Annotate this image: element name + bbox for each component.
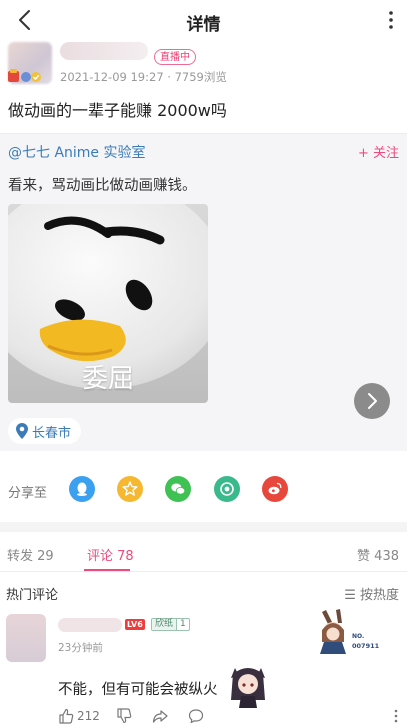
author-name[interactable] bbox=[60, 42, 148, 60]
thumbs-down-icon bbox=[117, 708, 132, 724]
hot-comments-header: 热门评论 ☰ 按热度 bbox=[0, 578, 407, 606]
share-moments-button[interactable] bbox=[214, 476, 240, 502]
comment-time: 23分钟前 bbox=[58, 642, 103, 654]
comment-actions: 212 bbox=[58, 708, 398, 726]
comment-text: 不能，但有可能会被纵火 bbox=[58, 682, 218, 698]
share-label: 分享至 bbox=[8, 486, 48, 501]
next-image-button[interactable] bbox=[354, 383, 390, 419]
chat-bubble-icon bbox=[188, 709, 204, 724]
image-caption: 委屈 bbox=[81, 364, 134, 394]
tab-repost[interactable]: 转发 29 bbox=[7, 545, 54, 564]
interaction-tabs: 转发 29 评论 78 赞 438 bbox=[0, 532, 407, 572]
commenter-card-decoration: NO. 007911 bbox=[320, 609, 380, 654]
post-views: · 7759浏览 bbox=[167, 70, 227, 84]
page-title: 详情 bbox=[186, 15, 221, 35]
share-arrow-icon bbox=[152, 710, 168, 723]
comment-dislike-button[interactable] bbox=[116, 708, 132, 724]
comment-item: LV6 欣纸 1 23分钟前 NO. 007911 不能，但有可能会被纵火 21… bbox=[0, 608, 407, 727]
tab-likes[interactable]: 赞 438 bbox=[357, 545, 399, 564]
more-vertical-icon bbox=[394, 709, 398, 723]
qq-icon bbox=[77, 482, 87, 496]
fan-badge: 欣纸 1 bbox=[151, 618, 190, 631]
location-pin-icon bbox=[16, 423, 28, 439]
post-meta: 2021-12-09 19:27 · 7759浏览 bbox=[60, 69, 227, 85]
location-label: 长春市 bbox=[32, 425, 72, 441]
fan-badge-level: 1 bbox=[176, 619, 189, 630]
comment-like-button[interactable]: 212 bbox=[58, 708, 100, 724]
top-nav: 详情 bbox=[0, 0, 407, 40]
commenter-avatar[interactable] bbox=[6, 614, 46, 662]
divider bbox=[0, 133, 407, 134]
anime-girl-sticker bbox=[231, 668, 265, 708]
chevron-right-icon bbox=[368, 393, 377, 409]
more-vertical-icon[interactable] bbox=[387, 10, 395, 30]
thumbs-up-icon bbox=[59, 708, 74, 724]
repost-card[interactable]: @七七 Anime 实验室 + 关注 看来，骂动画比做动画赚钱。 委屈 长春市 bbox=[0, 133, 407, 451]
tab-comments[interactable]: 评论 78 bbox=[87, 545, 134, 564]
location-tag[interactable]: 长春市 bbox=[8, 418, 82, 444]
share-weibo-button[interactable] bbox=[262, 476, 288, 502]
wechat-icon bbox=[171, 483, 186, 495]
share-qzone-button[interactable] bbox=[117, 476, 143, 502]
hot-comments-title: 热门评论 bbox=[6, 588, 59, 603]
commenter-name[interactable] bbox=[58, 618, 122, 632]
weibo-icon bbox=[268, 482, 282, 495]
user-badges-icon bbox=[8, 69, 41, 82]
share-qq-button[interactable] bbox=[69, 476, 95, 502]
sort-by-heat-button[interactable]: ☰ 按热度 bbox=[344, 584, 399, 603]
comment-share-button[interactable] bbox=[152, 708, 168, 724]
follow-button[interactable]: + 关注 bbox=[358, 142, 399, 161]
post-author: 直播中 2021-12-09 19:27 · 7759浏览 bbox=[8, 42, 398, 88]
badge-number-prefix: NO. bbox=[352, 633, 364, 640]
qzone-star-icon bbox=[122, 481, 138, 496]
fan-badge-name: 欣纸 bbox=[152, 619, 177, 630]
level-badge: LV6 bbox=[125, 619, 145, 630]
post-image[interactable]: 委屈 bbox=[8, 204, 208, 403]
active-tab-indicator bbox=[84, 569, 130, 571]
repost-text: 看来，骂动画比做动画赚钱。 bbox=[8, 178, 197, 194]
comment-more-button[interactable] bbox=[388, 708, 404, 724]
comment-like-count: 212 bbox=[77, 709, 100, 723]
section-divider bbox=[0, 522, 407, 532]
post-title: 做动画的一辈子能赚 2000w吗 bbox=[8, 101, 227, 120]
share-bar: 分享至 bbox=[0, 465, 407, 515]
origin-author-link[interactable]: @七七 Anime 实验室 bbox=[8, 142, 146, 162]
live-badge[interactable]: 直播中 bbox=[154, 49, 196, 65]
share-wechat-button[interactable] bbox=[165, 476, 191, 502]
badge-number: 007911 bbox=[352, 642, 380, 650]
comment-reply-button[interactable] bbox=[188, 708, 204, 724]
moments-icon bbox=[220, 482, 234, 496]
post-date: 2021-12-09 19:27 bbox=[60, 70, 164, 84]
